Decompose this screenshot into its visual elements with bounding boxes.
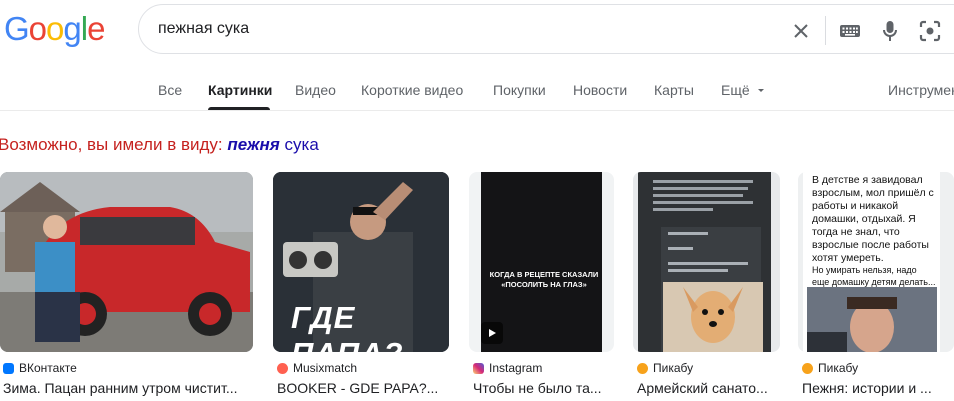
keyboard-icon bbox=[840, 25, 860, 37]
thumbnail-overlay-text: КОГДА В РЕЦЕПТЕ СКАЗАЛИ «ПОСОЛИТЬ НА ГЛА… bbox=[489, 270, 599, 289]
logo-letter: e bbox=[87, 10, 105, 47]
thumbnail-image bbox=[633, 172, 780, 352]
search-divider bbox=[825, 16, 826, 45]
musixmatch-icon bbox=[277, 362, 288, 374]
close-icon bbox=[794, 24, 808, 38]
result-source-name: Пикабу bbox=[653, 361, 694, 375]
result-source-name: Musixmatch bbox=[293, 361, 358, 375]
thumbnail-image: В детстве я завидовал взрослым, мол приш… bbox=[803, 172, 940, 352]
thumbnail-image: КОГДА В РЕЦЕПТЕ СКАЗАЛИ «ПОСОЛИТЬ НА ГЛА… bbox=[481, 172, 602, 352]
result-thumbnail[interactable]: ГДЕ ПАПА? bbox=[273, 172, 449, 352]
tab-videos[interactable]: Видео bbox=[295, 82, 336, 98]
instagram-icon bbox=[473, 362, 484, 374]
tab-all[interactable]: Все bbox=[158, 82, 182, 98]
thumbnail-image bbox=[0, 172, 253, 352]
logo-letter: o bbox=[28, 10, 47, 47]
search-input[interactable]: пежная сука bbox=[158, 20, 249, 38]
result-source[interactable]: ВКонтакте bbox=[3, 361, 77, 375]
result-title[interactable]: Зима. Пацан ранним утром чистит... bbox=[3, 380, 251, 396]
vk-icon bbox=[3, 362, 14, 374]
did-you-mean: Возможно, вы имели в виду: пежня сука bbox=[0, 135, 319, 155]
tabs-divider bbox=[0, 110, 954, 111]
result-source-name: Пикабу bbox=[818, 361, 859, 375]
result-source-name: ВКонтакте bbox=[19, 361, 77, 375]
meme-text: В детстве я завидовал взрослым, мол приш… bbox=[812, 174, 934, 264]
did-you-mean-prefix: Возможно, вы имели в виду: bbox=[0, 135, 223, 154]
tab-more[interactable]: Ещё bbox=[721, 82, 766, 98]
logo-letter: o bbox=[46, 10, 64, 47]
suggested-query-rest[interactable]: сука bbox=[285, 135, 319, 154]
google-logo[interactable]: Google bbox=[4, 10, 105, 47]
thumbnail-overlay-text: ГДЕ ПАПА? bbox=[291, 300, 403, 352]
video-badge bbox=[481, 322, 503, 344]
voice-search-button[interactable] bbox=[876, 17, 904, 45]
caret-down-icon bbox=[757, 89, 764, 92]
tab-images[interactable]: Картинки bbox=[208, 82, 272, 98]
camera-lens-icon bbox=[919, 20, 941, 42]
search-box[interactable] bbox=[138, 4, 954, 54]
tab-short-videos[interactable]: Короткие видео bbox=[361, 82, 463, 98]
tab-news[interactable]: Новости bbox=[573, 82, 627, 98]
clear-search-button[interactable] bbox=[788, 18, 814, 44]
result-thumbnail[interactable]: В детстве я завидовал взрослым, мол приш… bbox=[798, 172, 954, 352]
result-source[interactable]: Musixmatch bbox=[277, 361, 357, 375]
logo-letter: G bbox=[4, 10, 30, 47]
result-source[interactable]: Пикабу bbox=[802, 361, 858, 375]
result-title[interactable]: Чтобы не было та... bbox=[473, 380, 613, 396]
result-title[interactable]: Пежня: истории и ... bbox=[802, 380, 942, 396]
pikabu-icon bbox=[637, 362, 648, 374]
meme-caption: Но умирать нельзя, надо еще домашку детя… bbox=[812, 265, 936, 287]
result-source[interactable]: Instagram bbox=[473, 361, 542, 375]
result-title[interactable]: BOOKER - GDE PAPA?... bbox=[277, 380, 449, 396]
tab-maps[interactable]: Карты bbox=[654, 82, 694, 98]
keyboard-button[interactable] bbox=[836, 18, 864, 44]
result-thumbnail[interactable] bbox=[633, 172, 780, 352]
result-thumbnail[interactable]: КОГДА В РЕЦЕПТЕ СКАЗАЛИ «ПОСОЛИТЬ НА ГЛА… bbox=[469, 172, 614, 352]
result-source-name: Instagram bbox=[489, 361, 543, 375]
play-icon bbox=[489, 329, 496, 337]
tools-button[interactable]: Инструменты bbox=[888, 82, 954, 98]
suggested-query-bold: пежня bbox=[227, 135, 280, 154]
tab-more-label: Ещё bbox=[721, 82, 750, 98]
meme-photo bbox=[807, 287, 937, 352]
result-thumbnail[interactable] bbox=[0, 172, 253, 352]
microphone-icon bbox=[883, 21, 897, 41]
tab-shopping[interactable]: Покупки bbox=[493, 82, 546, 98]
pikabu-icon bbox=[802, 362, 813, 374]
result-title[interactable]: Армейский санато... bbox=[637, 380, 780, 396]
suggested-query-link[interactable]: пежня bbox=[227, 135, 279, 154]
logo-letter: g bbox=[63, 10, 81, 47]
result-source[interactable]: Пикабу bbox=[637, 361, 693, 375]
lens-search-button[interactable] bbox=[916, 17, 944, 45]
